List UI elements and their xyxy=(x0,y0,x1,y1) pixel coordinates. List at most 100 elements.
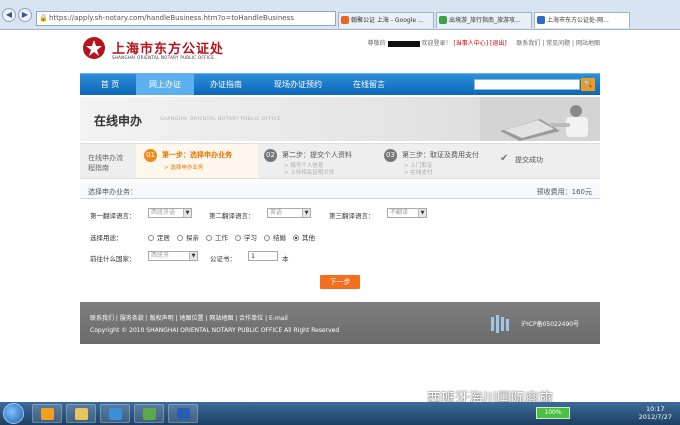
icp-number: 沪ICP备05022490号 xyxy=(521,321,580,328)
copies-input[interactable]: 1 xyxy=(248,251,278,261)
nav-guide[interactable]: 办证指南 xyxy=(198,74,254,95)
notary-logo-icon[interactable] xyxy=(82,36,106,60)
site-footer: 联系我们 | 服务条款 | 版权声明 | 地图位置 | 网站地图 | 合作单位 … xyxy=(80,302,600,344)
nav-home[interactable]: 首 页 xyxy=(86,74,134,95)
step-2-sub-2: > 上传相关证明文件 xyxy=(284,170,335,176)
lang2-label: 第二翻译语言： xyxy=(209,212,255,220)
nav-buttons: ◀ ▶ xyxy=(2,8,32,22)
taskbar-word[interactable] xyxy=(168,404,198,423)
lang1-select[interactable]: 西班牙语 ▼ xyxy=(148,208,192,218)
next-step-button[interactable]: 下一步 xyxy=(320,275,360,289)
chevron-down-icon: ▼ xyxy=(418,209,426,217)
purpose-text: 工作 xyxy=(215,234,228,242)
language-row: 第一翻译语言： 西班牙语 ▼ 第二翻译语言： 英语 ▼ 第三翻译语言： 不翻译 … xyxy=(80,208,600,222)
nav-online[interactable]: 网上办证 xyxy=(136,74,194,95)
step-3-number: 03 xyxy=(384,149,397,162)
word-icon xyxy=(177,408,190,420)
lang2-select[interactable]: 英语 ▼ xyxy=(267,208,311,218)
step-3-title: 第三步：取证及费用支付 xyxy=(402,151,479,159)
fee-label: 预收费用：160元 xyxy=(536,188,592,196)
step-1-sub: > 选择申办业务 xyxy=(164,165,204,171)
banner-subtitle: SHANGHAI ORIENTAL NOTARY PUBLIC OFFICE xyxy=(160,117,281,122)
redacted-username xyxy=(387,40,420,47)
tab-google[interactable]: 翰聚公证 上海 - Google ... xyxy=(338,12,434,28)
nav-message[interactable]: 在线留言 xyxy=(340,74,398,95)
tab-favicon-icon xyxy=(341,16,349,24)
purpose-radio-work[interactable]: 工作 xyxy=(206,232,228,242)
clock-date: 2012/7/27 xyxy=(638,413,672,421)
radio-dot xyxy=(177,235,183,241)
address-bar[interactable]: 🔒 https://apply.sh-notary.com/handleBusi… xyxy=(36,11,336,26)
search-icon[interactable]: 🔍 xyxy=(581,78,595,91)
media-player-icon xyxy=(109,408,122,420)
laptop-illustration-icon xyxy=(480,97,600,141)
tab-travel[interactable]: 出境游_旅行指南_旅游攻... xyxy=(436,12,532,28)
lock-icon: 🔒 xyxy=(39,14,48,22)
chevron-down-icon: ▼ xyxy=(183,209,191,217)
radio-dot xyxy=(235,235,241,241)
forward-button[interactable]: ▶ xyxy=(18,8,32,22)
network-app-icon xyxy=(143,408,156,420)
user-center-link[interactable]: [当事人中心] xyxy=(453,40,488,47)
country-select[interactable]: 西班牙 ▼ xyxy=(148,251,198,261)
system-tray: 100% 10:17 2012/7/27 xyxy=(500,402,680,425)
copies-label: 公证书： xyxy=(210,255,236,263)
taskbar-media[interactable] xyxy=(100,404,130,423)
lang1-label: 第一翻译语言： xyxy=(90,212,136,220)
search-input[interactable] xyxy=(474,79,580,90)
tab-notary[interactable]: 上海市东方公证处-网... xyxy=(534,12,630,28)
process-steps: 在线申办流程指南 01 第一步：选择申办业务 > 选择申办业务 02 第二步：提… xyxy=(80,143,600,179)
radio-dot xyxy=(293,235,299,241)
welcome-prefix: 尊敬的 xyxy=(367,40,386,47)
step-1-number: 01 xyxy=(144,149,157,162)
building-logo-icon xyxy=(491,315,509,333)
purpose-text: 其他 xyxy=(302,234,315,242)
chevron-down-icon: ▼ xyxy=(189,252,197,260)
purpose-row: 选择用途： 定居 探亲 工作 学习 结婚 其他 xyxy=(80,230,600,244)
purpose-text: 探亲 xyxy=(186,234,199,242)
tab-favicon-icon xyxy=(439,16,447,24)
purpose-text: 学习 xyxy=(244,234,257,242)
footer-links[interactable]: 联系我们 | 服务条款 | 版权声明 | 地图位置 | 网站地图 | 合作单位 … xyxy=(90,313,288,322)
purpose-label: 选择用途： xyxy=(90,234,123,242)
contact-link[interactable]: 联系我们 xyxy=(516,40,540,47)
steps-label: 在线申办流程指南 xyxy=(88,154,123,172)
banner-title: 在线申办 xyxy=(94,114,143,128)
lang3-select[interactable]: 不翻译 ▼ xyxy=(387,208,427,218)
radio-dot xyxy=(148,235,154,241)
checkmark-icon: ✔ xyxy=(500,153,509,164)
nav-appointment[interactable]: 现场办证预约 xyxy=(260,74,336,95)
purpose-radio-visit[interactable]: 探亲 xyxy=(177,232,199,242)
site-header: 上海市东方公证处 SHANGHAI ORIENTAL NOTARY PUBLIC… xyxy=(80,31,600,69)
taskbar-explorer[interactable] xyxy=(66,404,96,423)
taskbar-network-app[interactable] xyxy=(134,404,164,423)
faq-link[interactable]: 常见问题 xyxy=(546,40,570,47)
radio-dot xyxy=(264,235,270,241)
step-2-title: 第二步：提交个人资料 xyxy=(282,151,352,159)
step-1: 01 第一步：选择申办业务 > 选择申办业务 xyxy=(144,149,254,177)
country-row: 前往什么国家： 西班牙 ▼ 公证书： 1 本 xyxy=(80,251,600,265)
top-links: 尊敬的 欢迎登录！ [当事人中心] [退出] 联系我们 | 常见问题 | 网站地… xyxy=(367,40,600,47)
page-banner: 在线申办 SHANGHAI ORIENTAL NOTARY PUBLIC OFF… xyxy=(80,97,600,141)
purpose-radio-other[interactable]: 其他 xyxy=(293,232,315,242)
clock[interactable]: 10:17 2012/7/27 xyxy=(639,405,672,421)
logo-text-en: SHANGHAI ORIENTAL NOTARY PUBLIC OFFICE xyxy=(112,55,215,60)
taskbar-outlook[interactable] xyxy=(32,404,62,423)
step-1-title: 第一步：选择申办业务 xyxy=(162,151,232,159)
browser-toolbar: ◀ ▶ 🔒 https://apply.sh-notary.com/handle… xyxy=(0,0,680,30)
sitemap-link[interactable]: 网站地图 xyxy=(576,40,600,47)
lang1-value: 西班牙语 xyxy=(151,209,176,216)
tab-label: 出境游_旅行指南_旅游攻... xyxy=(449,17,521,24)
purpose-radio-settle[interactable]: 定居 xyxy=(148,232,170,242)
back-button[interactable]: ◀ xyxy=(2,8,16,22)
battery-indicator[interactable]: 100% xyxy=(536,407,570,419)
form-header: 选择申办业务： 预收费用：160元 xyxy=(80,183,600,199)
tab-favicon-icon xyxy=(537,16,545,24)
purpose-radio-study[interactable]: 学习 xyxy=(235,232,257,242)
start-button[interactable] xyxy=(3,403,24,424)
url-text: https://apply.sh-notary.com/handleBusine… xyxy=(49,14,294,22)
windows-taskbar: 100% 10:17 2012/7/27 xyxy=(0,402,680,425)
step-done: 提交成功 xyxy=(515,156,543,164)
purpose-radio-marry[interactable]: 结婚 xyxy=(264,232,286,242)
logout-link[interactable]: [退出] xyxy=(490,40,507,47)
